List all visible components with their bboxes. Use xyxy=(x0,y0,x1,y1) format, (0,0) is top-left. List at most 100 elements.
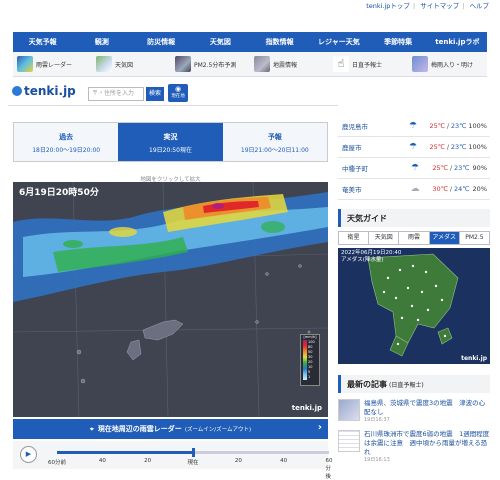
legend-unit: [mm/h] xyxy=(303,335,317,339)
forecaster-thumb: ☝ xyxy=(333,56,349,72)
nav-observation[interactable]: 観測 xyxy=(72,32,131,52)
high-temp: 30℃ xyxy=(432,185,448,193)
subnav-label: 日直予報士 xyxy=(352,61,383,69)
play-button[interactable]: ▶ xyxy=(20,446,37,463)
top-link-help[interactable]: ヘルプ xyxy=(467,2,493,10)
nav-forecast[interactable]: 天気予報 xyxy=(13,32,72,52)
current-location-button[interactable]: ◉ 現在地 xyxy=(168,84,188,102)
article-item[interactable]: 福島県、茨城県で震度3の地震 津波の心配なし 19日16:37 xyxy=(338,399,490,424)
low-temp: 24℃ xyxy=(454,185,470,193)
cloud-icon: ☁ xyxy=(410,184,420,194)
city-weather-row[interactable]: 中種子町 ☂ 25℃/23℃ 90% xyxy=(338,158,490,179)
city-weather-row[interactable]: 奄美市 ☁ 30℃/24℃ 20% xyxy=(338,179,490,200)
map-timestamp: 6月19日20時50分 xyxy=(19,188,99,198)
current-area-label: 現在地周辺の雨雲レーダー xyxy=(97,425,182,433)
nav-disaster[interactable]: 防災情報 xyxy=(132,32,191,52)
guide-tab[interactable]: PM2.5 xyxy=(460,232,489,244)
city-weather-row[interactable]: 鹿屋市 ☂ 25℃/23℃ 100% xyxy=(338,137,490,158)
radar-map-canvas xyxy=(13,182,328,417)
city-name: 中種子町 xyxy=(342,165,368,173)
amedas-type: アメダス(降水量) xyxy=(341,257,384,263)
articles-title-text: 最新の記事 xyxy=(347,379,387,389)
subnav-forecaster[interactable]: ☝ 日直予報士 xyxy=(329,56,408,72)
guide-title-text: 天気ガイド xyxy=(347,213,387,223)
subnav-weather-map[interactable]: 天気図 xyxy=(92,56,171,72)
amedas-map[interactable]: 2022年06月19日20:40 アメダス(降水量) tenki.jp xyxy=(338,248,490,364)
search-input[interactable]: 〒・住所を入力 xyxy=(88,87,144,101)
timeline-slider[interactable] xyxy=(57,448,329,457)
tab-current[interactable]: 実況 19日20:50現在 xyxy=(118,123,223,161)
top-link-sitemap[interactable]: サイトマップ xyxy=(417,2,462,10)
subnav-radar[interactable]: 雨雲レーダー xyxy=(13,56,92,72)
rain-probability: 20% xyxy=(472,185,487,193)
current-area-radar-button[interactable]: ⌖ 現在地周辺の雨雲レーダー (ズームイン/ズームアウト) › xyxy=(13,419,328,439)
rain-probability: 100% xyxy=(468,122,487,130)
legend-values: 100 80 50 30 20 10 5 1 xyxy=(308,340,315,380)
article-date: 19日16:37 xyxy=(364,417,390,423)
nav-seasonal[interactable]: 季節特集 xyxy=(369,32,428,52)
nav-index[interactable]: 指数情報 xyxy=(250,32,309,52)
latest-articles: 最新の記事 (日直予報士) 福島県、茨城県で震度3の地震 津波の心配なし 19日16… xyxy=(338,375,490,464)
timeline-tick: 60分前 xyxy=(48,460,66,466)
timeline-tick: 20 xyxy=(234,458,242,464)
subnav-label: 地震情報 xyxy=(273,61,298,69)
guide-tab[interactable]: 雨雲 xyxy=(399,232,430,244)
high-temp: 25℃ xyxy=(429,122,446,130)
guide-tab[interactable]: 衛星 xyxy=(339,232,370,244)
tab-past[interactable]: 過去 18日20:00〜19日20:00 xyxy=(14,123,119,161)
top-links: tenki.jpトップ | サイトマップ | ヘルプ xyxy=(363,0,493,10)
article-thumb xyxy=(338,399,360,421)
city-name: 鹿児島市 xyxy=(342,123,368,131)
site-logo[interactable]: tenki.jp xyxy=(12,84,76,98)
tab-subtitle: 19日20:50現在 xyxy=(149,147,192,154)
city-name: 鹿屋市 xyxy=(342,144,362,152)
article-title: 石川県珠洲市で震度6弱の地震 1週間程度は余震に注意 週中頃から雨量が増える恐れ xyxy=(364,430,490,456)
city-weather-list: 鹿児島市 ☂ 25℃/23℃ 100% 鹿屋市 ☂ 25℃/23℃ 100% 中種子町 ☂ 25℃ /… xyxy=(338,116,490,200)
weather-guide: 天気ガイド 衛星 天気図 雨雲 アメダス PM2.5 2022年06月19日20:40 ア… xyxy=(338,209,490,364)
guide-map-logo: tenki.jp xyxy=(461,355,487,362)
timeline-tick: 20 xyxy=(144,458,152,464)
nav-weather-chart[interactable]: 天気図 xyxy=(191,32,250,52)
subnav-pm25[interactable]: PM2.5分布予測 xyxy=(171,56,250,72)
nav-leisure[interactable]: レジャー天気 xyxy=(309,32,368,52)
top-link-home[interactable]: tenki.jpトップ xyxy=(363,2,413,10)
radar-map[interactable]: 6月19日20時50分 [mm/h] 100 80 50 30 20 10 5 1 tenki… xyxy=(13,182,328,417)
location-label: 現在地 xyxy=(171,94,185,99)
map-logo: tenki.jp xyxy=(291,404,322,412)
tab-title: 実況 xyxy=(163,133,178,141)
article-item[interactable]: 石川県珠洲市で震度6弱の地震 1週間程度は余震に注意 週中頃から雨量が増える恐れ… xyxy=(338,430,490,464)
sticky-header: tenki.jp 〒・住所を入力 検索 ◉ 現在地 xyxy=(8,78,338,106)
high-temp: 25℃ xyxy=(429,143,446,151)
subnav-earthquake[interactable]: 地震情報 xyxy=(250,56,329,72)
earthquake-thumb xyxy=(254,56,270,72)
low-temp: 23℃ xyxy=(450,122,467,130)
rain-cells xyxy=(13,192,328,302)
search-button[interactable]: 検索 xyxy=(146,87,164,101)
nav-lab[interactable]: tenki.jpラボ xyxy=(428,32,487,52)
weather-map-thumb xyxy=(96,56,112,72)
islands xyxy=(76,264,311,384)
subnav-label: 梅雨入り・明け xyxy=(431,61,474,69)
guide-title: 天気ガイド xyxy=(338,209,490,227)
guide-tab[interactable]: アメダス xyxy=(429,232,460,244)
tab-forecast[interactable]: 予報 19日21:00〜20日11:00 xyxy=(222,123,327,161)
low-temp: 23℃ xyxy=(454,164,470,172)
articles-title-sub: (日直予報士) xyxy=(389,381,424,389)
guide-tab[interactable]: 天気図 xyxy=(369,232,400,244)
timeline-tick: 40 xyxy=(98,458,106,464)
sub-nav: 雨雲レーダー 天気図 PM2.5分布予測 地震情報 ☝ 日直予報士 梅雨入り・明け xyxy=(13,52,487,77)
city-weather-row[interactable]: 鹿児島市 ☂ 25℃/23℃ 100% xyxy=(338,116,490,137)
amedas-map-canvas xyxy=(367,253,459,357)
rain-legend: [mm/h] 100 80 50 30 20 10 5 1 xyxy=(300,334,320,386)
subnav-label: 雨雲レーダー xyxy=(36,61,73,69)
period-tabs: 過去 18日20:00〜19日20:00 実況 19日20:50現在 予報 19日21… xyxy=(13,122,328,162)
timeline-player: ▶ 60分前 40 20 現在 20 40 60分後 xyxy=(13,441,333,480)
timeline-handle[interactable] xyxy=(192,448,195,457)
subnav-rainy-season[interactable]: 梅雨入り・明け xyxy=(408,56,487,72)
umbrella-icon: ☂ xyxy=(410,163,420,173)
timeline-tick: 現在 xyxy=(187,460,199,466)
amedas-datetime: 2022年06月19日20:40 xyxy=(341,250,402,256)
main-nav: 天気予報 観測 防災情報 天気図 指数情報 レジャー天気 季節特集 tenki.… xyxy=(13,32,487,52)
logo-icon xyxy=(12,86,22,96)
pm25-thumb xyxy=(175,56,191,72)
